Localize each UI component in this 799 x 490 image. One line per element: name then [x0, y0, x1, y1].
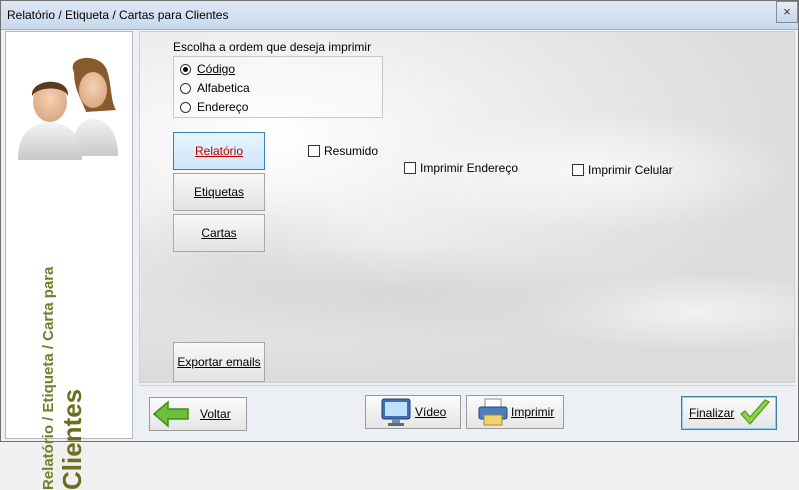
finalizar-button[interactable]: Finalizar [681, 396, 777, 430]
radio-codigo-label: Código [197, 62, 236, 76]
window-title: Relatório / Etiqueta / Cartas para Clien… [7, 8, 229, 22]
printer-icon [478, 398, 508, 426]
finalizar-label: Finalizar [689, 406, 735, 420]
order-group: Escolha a ordem que deseja imprimir Códi… [173, 40, 383, 118]
radio-alfabetica-dot[interactable] [180, 82, 191, 94]
order-radio-box: Código Alfabetica Endereço [173, 56, 383, 118]
checkmark-icon [740, 399, 771, 425]
banner-title-line1: Relatório / Etiqueta / Carta para [40, 266, 57, 490]
video-button[interactable]: Vídeo [365, 395, 461, 429]
main-panel: Escolha a ordem que deseja imprimir Códi… [139, 31, 795, 383]
radio-alfabetica-label: Alfabetica [197, 81, 250, 95]
cartas-button[interactable]: Cartas [173, 214, 265, 252]
voltar-button[interactable]: Voltar [149, 397, 247, 431]
imprimir-celular-box[interactable] [572, 164, 584, 176]
resumido-label: Resumido [324, 144, 379, 158]
banner-title: Relatório / Etiqueta / Carta para Client… [40, 170, 100, 490]
resumido-box[interactable] [308, 145, 320, 157]
exportar-emails-button[interactable]: Exportar emails [173, 342, 265, 382]
relatorio-button[interactable]: Relatório [173, 132, 265, 170]
radio-endereco-label: Endereço [197, 100, 249, 114]
title-bar: Relatório / Etiqueta / Cartas para Clien… [1, 1, 798, 30]
imprimir-label: Imprimir [511, 405, 555, 419]
voltar-label: Voltar [200, 407, 231, 421]
users-icon [18, 57, 118, 160]
order-label: Escolha a ordem que deseja imprimir [173, 40, 372, 54]
imprimir-endereco-box[interactable] [404, 162, 416, 174]
etiquetas-button[interactable]: Etiquetas [173, 173, 265, 211]
radio-codigo-dot[interactable] [180, 63, 191, 75]
monitor-icon [381, 398, 411, 426]
video-label: Vídeo [415, 405, 447, 419]
imprimir-endereco-label: Imprimir Endereço [420, 161, 519, 175]
back-arrow-icon [152, 400, 189, 428]
radio-endereco[interactable]: Endereço [180, 99, 248, 115]
imprimir-button[interactable]: Imprimir [466, 395, 564, 429]
banner-title-line2: Clientes [57, 388, 87, 490]
close-button[interactable]: × [776, 1, 798, 23]
radio-endereco-dot[interactable] [180, 101, 191, 113]
resumido-checkbox[interactable]: Resumido [308, 144, 378, 158]
imprimir-celular-label: Imprimir Celular [588, 163, 673, 177]
radio-codigo[interactable]: Código [180, 61, 235, 77]
imprimir-celular-checkbox[interactable]: Imprimir Celular [572, 163, 673, 177]
bottom-toolbar: Voltar Vídeo Imprimir Finalizar [139, 385, 795, 440]
imprimir-endereco-checkbox[interactable]: Imprimir Endereço [404, 161, 518, 175]
main-window: Relatório / Etiqueta / Cartas para Clien… [0, 0, 799, 490]
side-banner: Relatório / Etiqueta / Carta para Client… [5, 31, 133, 490]
radio-alfabetica[interactable]: Alfabetica [180, 80, 250, 96]
